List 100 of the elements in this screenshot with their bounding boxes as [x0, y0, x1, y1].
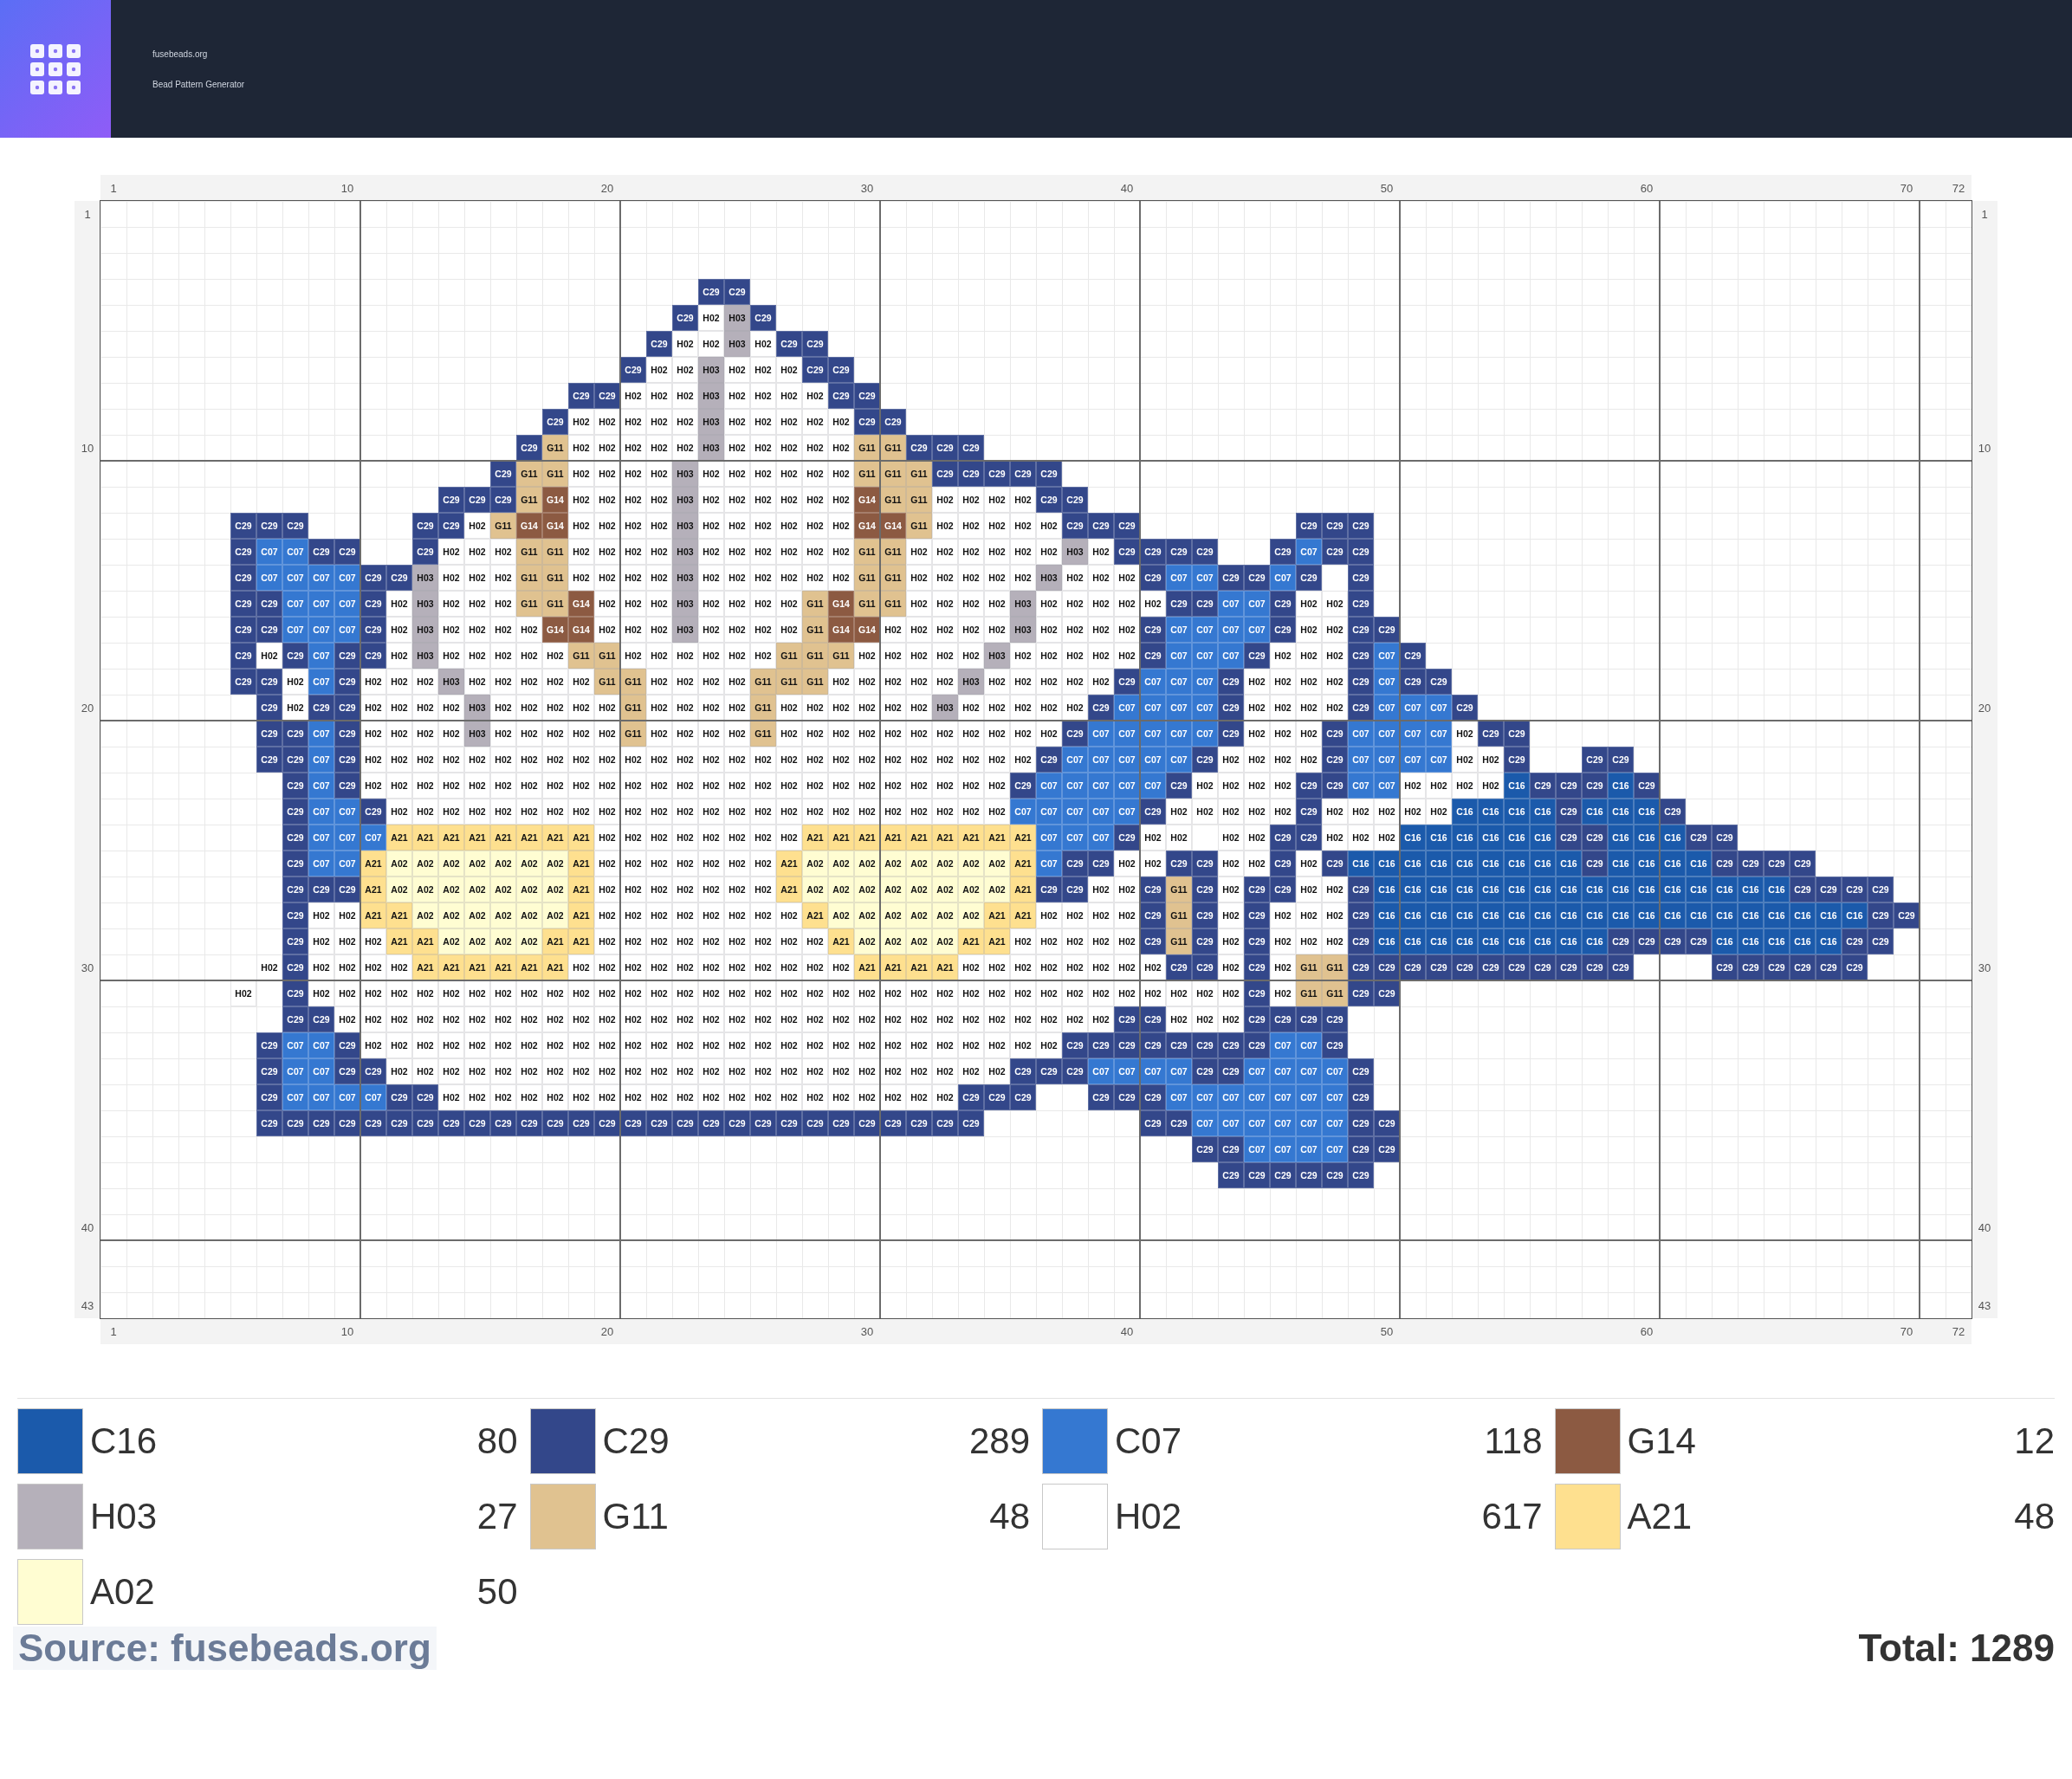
bead-cell: H02 [568, 669, 594, 695]
bead-cell: C29 [1140, 1032, 1166, 1058]
bead-cell: C29 [334, 721, 360, 747]
bead-cell: C07 [1192, 1110, 1218, 1136]
bead-cell: C29 [1400, 954, 1426, 980]
bead-cell: C07 [308, 669, 334, 695]
bead-cell: H02 [776, 513, 802, 539]
bead-cell: C29 [1270, 825, 1296, 851]
bead-cell: H02 [516, 721, 542, 747]
bead-cell: C29 [1192, 928, 1218, 954]
bead-cell: H02 [620, 1084, 646, 1110]
bead-cell: C29 [724, 279, 750, 305]
bead-cell: C29 [1348, 928, 1374, 954]
bead-cell: H02 [620, 773, 646, 799]
bead-cell: C07 [1426, 695, 1452, 721]
bead-cell: H02 [750, 331, 776, 357]
bead-cell: C29 [1114, 1084, 1140, 1110]
bead-cell: H02 [542, 1032, 568, 1058]
bead-cell: H02 [698, 1058, 724, 1084]
bead-cell: C07 [1140, 669, 1166, 695]
bead-cell: H02 [932, 617, 958, 643]
bead-cell: C29 [880, 409, 906, 435]
bead-cell: C29 [1374, 1136, 1400, 1162]
bead-cell: H02 [672, 747, 698, 773]
bead-cell: H02 [594, 747, 620, 773]
bead-cell: C29 [1348, 695, 1374, 721]
bead-cell: A02 [880, 877, 906, 902]
bead-cell: A02 [412, 851, 438, 877]
bead-cell: A02 [854, 851, 880, 877]
bead-cell: C07 [334, 1084, 360, 1110]
bead-cell: C07 [1140, 695, 1166, 721]
bead-cell: H02 [646, 954, 672, 980]
bead-cell: H02 [1270, 747, 1296, 773]
bead-cell: A02 [958, 877, 984, 902]
bead-cell: C29 [1608, 928, 1634, 954]
bead-cell: H02 [360, 669, 386, 695]
bead-cell: H02 [360, 1006, 386, 1032]
bead-cell: C29 [282, 721, 308, 747]
bead-cell: H02 [698, 902, 724, 928]
bead-cell: C29 [1088, 1032, 1114, 1058]
bead-cell: H02 [516, 747, 542, 773]
bead-cell: H02 [958, 487, 984, 513]
bead-cell: H02 [1010, 1032, 1036, 1058]
bead-cell: H02 [1296, 695, 1322, 721]
bead-cell: C29 [1218, 1162, 1244, 1188]
bead-cell: C16 [1478, 799, 1504, 825]
bead-cell: C29 [1764, 851, 1790, 877]
row-number: 20 [1978, 701, 1991, 715]
bead-cell: C29 [1478, 721, 1504, 747]
bead-cell: G14 [854, 617, 880, 643]
bead-cell: H02 [568, 539, 594, 565]
bead-cell: H02 [646, 980, 672, 1006]
bead-cell: A21 [984, 825, 1010, 851]
bead-cell: A02 [854, 902, 880, 928]
bead-cell: G11 [1322, 980, 1348, 1006]
bead-cell: C07 [1192, 695, 1218, 721]
bead-cell: A21 [412, 928, 438, 954]
bead-cell: H02 [1036, 721, 1062, 747]
bead-cell: C29 [1192, 747, 1218, 773]
bead-cell: C16 [1374, 877, 1400, 902]
bead-cell: H02 [1166, 799, 1192, 825]
bead-cell: H03 [464, 721, 490, 747]
bead-cell: C07 [282, 1084, 308, 1110]
bead-cell: H02 [1218, 928, 1244, 954]
bead-cell: C29 [1296, 1162, 1322, 1188]
bead-cell: G11 [516, 565, 542, 591]
bead-cell: H02 [958, 1058, 984, 1084]
bead-cell: H02 [1270, 669, 1296, 695]
bead-cell: C29 [308, 695, 334, 721]
bead-count: 617 [1481, 1496, 1543, 1537]
bead-cell: H02 [672, 928, 698, 954]
bead-cell: H02 [828, 513, 854, 539]
bead-cell: H02 [646, 1032, 672, 1058]
bead-cell: H02 [1400, 799, 1426, 825]
bead-cell: H02 [932, 1032, 958, 1058]
bead-cell: C07 [1374, 669, 1400, 695]
bead-cell: H02 [776, 902, 802, 928]
bead-cell: C07 [1062, 799, 1088, 825]
bead-cell: H02 [724, 799, 750, 825]
bead-cell: H02 [698, 565, 724, 591]
bead-cell: C29 [1140, 877, 1166, 902]
bead-cell: C29 [1244, 1006, 1270, 1032]
bead-cell: H02 [1088, 643, 1114, 669]
bead-cell: A21 [984, 902, 1010, 928]
logo[interactable] [0, 0, 111, 138]
bead-cell: H02 [906, 773, 932, 799]
bead-cell: H02 [334, 980, 360, 1006]
bead-cell: H02 [698, 877, 724, 902]
bead-cell: H02 [646, 799, 672, 825]
bead-cell: C07 [308, 565, 334, 591]
bead-cell: H02 [1036, 643, 1062, 669]
bead-cell: C29 [1062, 851, 1088, 877]
bead-cell: H02 [360, 747, 386, 773]
bead-cell: C16 [1608, 799, 1634, 825]
bead-cell: C29 [412, 1110, 438, 1136]
bead-cell: C07 [1166, 643, 1192, 669]
bead-cell: C29 [984, 1084, 1010, 1110]
bead-cell: C29 [1114, 1006, 1140, 1032]
bead-cell: A02 [828, 902, 854, 928]
bead-cell: H02 [724, 825, 750, 851]
